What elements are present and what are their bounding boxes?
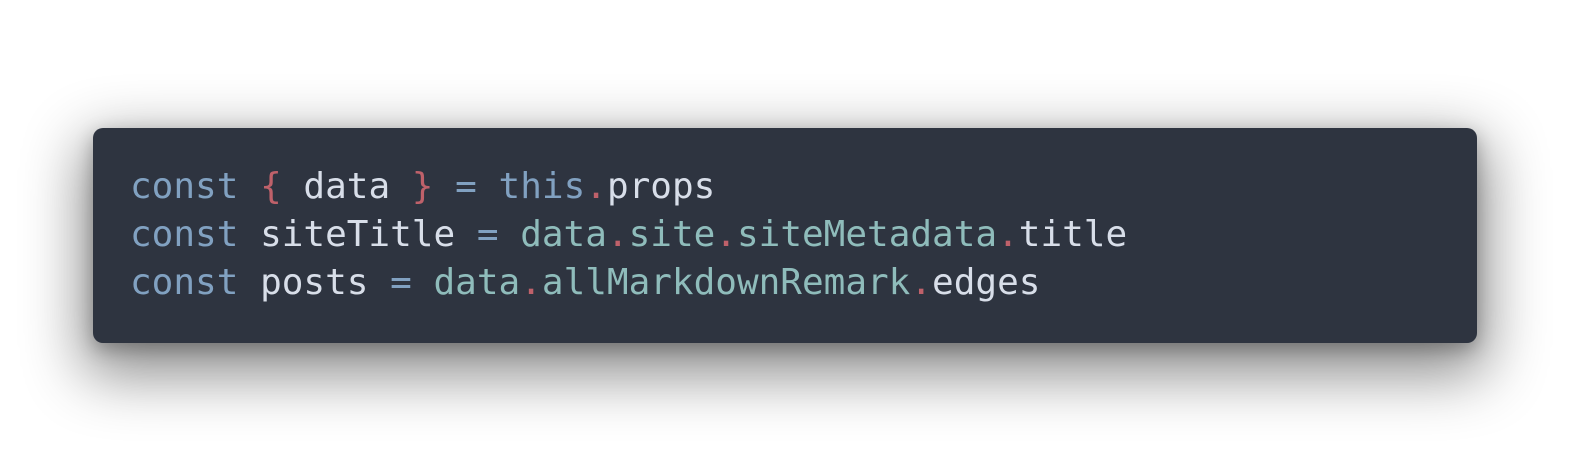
token: allMarkdownRemark [541, 262, 911, 303]
code-content: const { data } = this.props const siteTit… [130, 128, 1477, 307]
token: . [715, 214, 737, 255]
token: . [910, 262, 933, 303]
token: edges [932, 262, 1041, 303]
token: . [606, 214, 629, 255]
token: . [997, 214, 1019, 255]
token: data [281, 166, 412, 207]
token: { [260, 166, 282, 207]
token: siteTitle [260, 214, 456, 255]
token: siteMetadata [736, 214, 998, 255]
token: data [520, 214, 607, 255]
code-line-2: const siteTitle = data.site.siteMetadata… [130, 211, 1477, 259]
token: } [411, 166, 434, 207]
token: title [1018, 214, 1128, 255]
code-line-1: const { data } = this.props [130, 163, 1477, 211]
token: site [628, 214, 716, 255]
token: const [130, 214, 239, 255]
token: = [455, 166, 477, 207]
token: posts [260, 262, 369, 303]
token: const [130, 262, 239, 303]
token: data [433, 262, 521, 303]
canvas: const { data } = this.props const siteTit… [0, 0, 1570, 472]
token: props [606, 166, 716, 207]
code-line-3: const posts = data.allMarkdownRemark.edg… [130, 259, 1477, 307]
code-block: const { data } = this.props const siteTit… [93, 128, 1477, 343]
token: const [130, 166, 239, 207]
token: . [585, 166, 607, 207]
token: . [520, 262, 542, 303]
token: = [390, 262, 412, 303]
token: this [498, 166, 586, 207]
token: = [476, 214, 499, 255]
